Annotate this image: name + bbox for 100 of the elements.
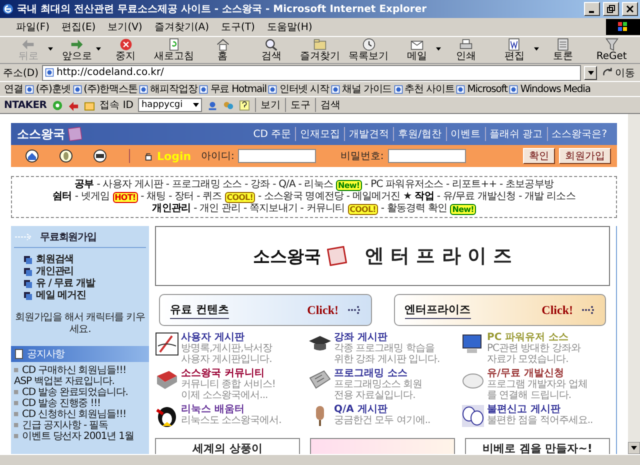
page-icon xyxy=(72,84,82,94)
link-button[interactable]: Windows Media xyxy=(509,84,590,94)
toolbar-button[interactable]: 중지 xyxy=(101,37,150,63)
toolbar-button[interactable]: 토론 xyxy=(538,37,588,63)
address-dropdown-button[interactable] xyxy=(584,66,597,80)
login-button[interactable]: 확인 xyxy=(523,148,555,164)
service-link[interactable]: 프로그래밍 소스 xyxy=(334,368,422,379)
section-link[interactable]: 작업 xyxy=(414,191,434,203)
close-button[interactable] xyxy=(622,2,638,16)
sidebar-link[interactable]: 메일 메거진 xyxy=(14,290,146,302)
toolbar-button[interactable]: ReGet xyxy=(587,37,636,63)
go-button[interactable]: 이동 xyxy=(600,66,637,80)
toolbar-button[interactable]: 목록보기 xyxy=(344,37,393,63)
link-button[interactable]: 해피작업장 xyxy=(139,82,198,96)
menu-links[interactable]: - 활동경력 확인 xyxy=(380,203,448,215)
scroll-down-icon[interactable] xyxy=(628,442,640,454)
toolbar-menu[interactable]: 도구 xyxy=(285,98,310,112)
toolbar-button[interactable]: 검색 xyxy=(247,37,296,63)
book-icon[interactable] xyxy=(155,368,179,392)
link-button[interactable]: (주)한맥스톤 xyxy=(72,82,138,96)
masks-icon[interactable] xyxy=(461,404,485,428)
section-link[interactable]: 개인관리 xyxy=(152,203,191,215)
vertical-scrollbar[interactable] xyxy=(628,114,640,454)
notice-link[interactable]: CD 발송 진행중 !!! xyxy=(14,398,146,409)
section-link[interactable]: 공부 xyxy=(74,179,94,191)
service-link[interactable]: 리눅스 배움터 xyxy=(181,404,282,415)
toolbar-button[interactable]: 편집 xyxy=(490,37,539,63)
toolbar-button[interactable]: 즐겨찾기 xyxy=(296,37,344,63)
address-field[interactable]: http://codeland.co.kr/ xyxy=(42,64,581,80)
toolbar-button[interactable]: 앞으로 xyxy=(52,37,102,63)
service-link[interactable]: 소스왕국 커뮤니티 xyxy=(181,368,276,379)
menu-item[interactable]: 보기(V) xyxy=(102,20,148,34)
menu-item[interactable]: 도움말(H) xyxy=(260,20,318,34)
toolbar-menu[interactable]: 검색 xyxy=(315,98,340,112)
menu-item[interactable]: 파일(F) xyxy=(10,20,56,34)
site-logo[interactable]: 소스왕국 xyxy=(17,126,65,142)
toolbar-menu[interactable]: 보기 xyxy=(255,98,280,112)
menu-links[interactable]: - 채팅 - 장터 - 퀴즈 xyxy=(140,191,222,203)
header-link[interactable]: 후원/협찬 xyxy=(393,127,446,141)
sidebar-link[interactable]: 유 / 무료 개발 xyxy=(14,278,146,290)
minimize-button[interactable] xyxy=(584,2,600,16)
home-icon[interactable] xyxy=(25,149,39,163)
header-link[interactable]: 플래쉬 광고 xyxy=(484,127,547,141)
header-link[interactable]: 소스왕국은? xyxy=(546,127,611,141)
password-input[interactable] xyxy=(388,149,466,163)
notice-link[interactable]: 이벤트 당선자 2001년 1월 xyxy=(14,431,146,442)
toolbar-button[interactable]: 홈 xyxy=(198,37,248,63)
sidebar-link[interactable]: 회원검색 xyxy=(14,254,146,266)
id-select[interactable]: happycgi xyxy=(138,98,202,112)
sidebar-link[interactable]: 개인관리 xyxy=(14,266,146,278)
menu-links[interactable]: - 소스왕국 명예전당 - 메일메거진 ★ xyxy=(258,191,412,203)
toolbar-button[interactable]: 새로고침 xyxy=(150,37,198,63)
enterprise-banner[interactable]: 소스왕국 엔 터 프 라 이 즈 xyxy=(155,226,610,286)
service-link[interactable]: 불편신고 게시판 xyxy=(487,404,593,415)
square-bullet-icon xyxy=(24,256,32,264)
link-button[interactable]: 추천 사이트 xyxy=(394,82,454,96)
service-link[interactable]: 강좌 게시판 xyxy=(334,332,440,343)
signup-link[interactable]: 무료회원가입 xyxy=(40,230,96,244)
notice-link[interactable]: CD 발송 완료되었습니다. xyxy=(14,387,146,398)
header-link[interactable]: CD 주문 xyxy=(249,127,296,141)
help-icon[interactable] xyxy=(239,100,250,110)
link-button[interactable]: (주)훈넷 xyxy=(24,82,71,96)
link-button[interactable]: 채널 가이드 xyxy=(331,82,392,96)
login-button[interactable]: 회원가입 xyxy=(559,148,611,164)
promo-button[interactable]: 엔터프라이즈 Click! xyxy=(394,294,606,326)
page-icon xyxy=(394,84,403,94)
dots-icon xyxy=(581,304,595,316)
link-button[interactable]: 인터넷 시작 xyxy=(268,82,330,96)
header-link[interactable]: 이벤트 xyxy=(446,127,484,141)
promo-button[interactable]: 유료 컨텐츠 Click! xyxy=(159,294,372,326)
banner-picture[interactable] xyxy=(310,438,455,454)
maximize-button[interactable] xyxy=(603,2,619,16)
header-link[interactable]: 인재모집 xyxy=(295,127,344,141)
section-link[interactable]: 쉼터 xyxy=(52,191,72,203)
toolbar-button[interactable]: 인쇄 xyxy=(441,37,490,63)
menu-item[interactable]: 편집(E) xyxy=(56,20,102,34)
header-link[interactable]: 개발견적 xyxy=(344,127,394,141)
link-button[interactable]: 무료 Hotmail xyxy=(199,82,266,96)
penguin-icon[interactable] xyxy=(155,404,179,428)
menu-item[interactable]: 즐겨찾기(A) xyxy=(148,20,215,34)
menu-links[interactable]: - 사용자 게시판 - 프로그래밍 소스 - 강좌 - Q/A - 리눅스 xyxy=(96,179,334,191)
menu-links[interactable]: - 개인 관리 - 쪽지보내기 - 커뮤니티 xyxy=(194,203,345,215)
page-icon xyxy=(331,84,340,94)
pen-icon[interactable] xyxy=(155,332,179,356)
notice-link[interactable]: CD 신청하신 회원님들!!! xyxy=(14,409,146,420)
login-label: Login xyxy=(157,150,192,162)
toolbar-button[interactable]: 메일 xyxy=(392,37,442,63)
service-link[interactable]: Q/A 게시판 xyxy=(334,404,430,415)
menu-item[interactable]: 도구(T) xyxy=(215,20,261,34)
notice-link[interactable]: 긴급 공지사항 - 필독 xyxy=(14,420,146,431)
id-input[interactable] xyxy=(238,149,316,163)
menu-links[interactable]: - 유/무료 개발신청 - 개발 리소스 xyxy=(436,191,576,203)
link-button[interactable]: Microsoft xyxy=(456,84,508,94)
notice-link[interactable]: CD 구매하신 회원님들!!! ASP 백업본 자료입니다. xyxy=(14,365,146,387)
menu-links[interactable]: - PC 파워유저소스 - 리포트++ - 초보공부방 xyxy=(364,179,554,191)
service-link[interactable]: 유/무료 개발신청 xyxy=(487,368,588,379)
service-description: 리눅스도 소스왕국에서. xyxy=(181,415,282,426)
service-link[interactable]: 사용자 게시판 xyxy=(181,332,272,343)
menu-links[interactable]: - 넷게임 xyxy=(74,191,110,203)
stop-icon xyxy=(118,38,134,51)
